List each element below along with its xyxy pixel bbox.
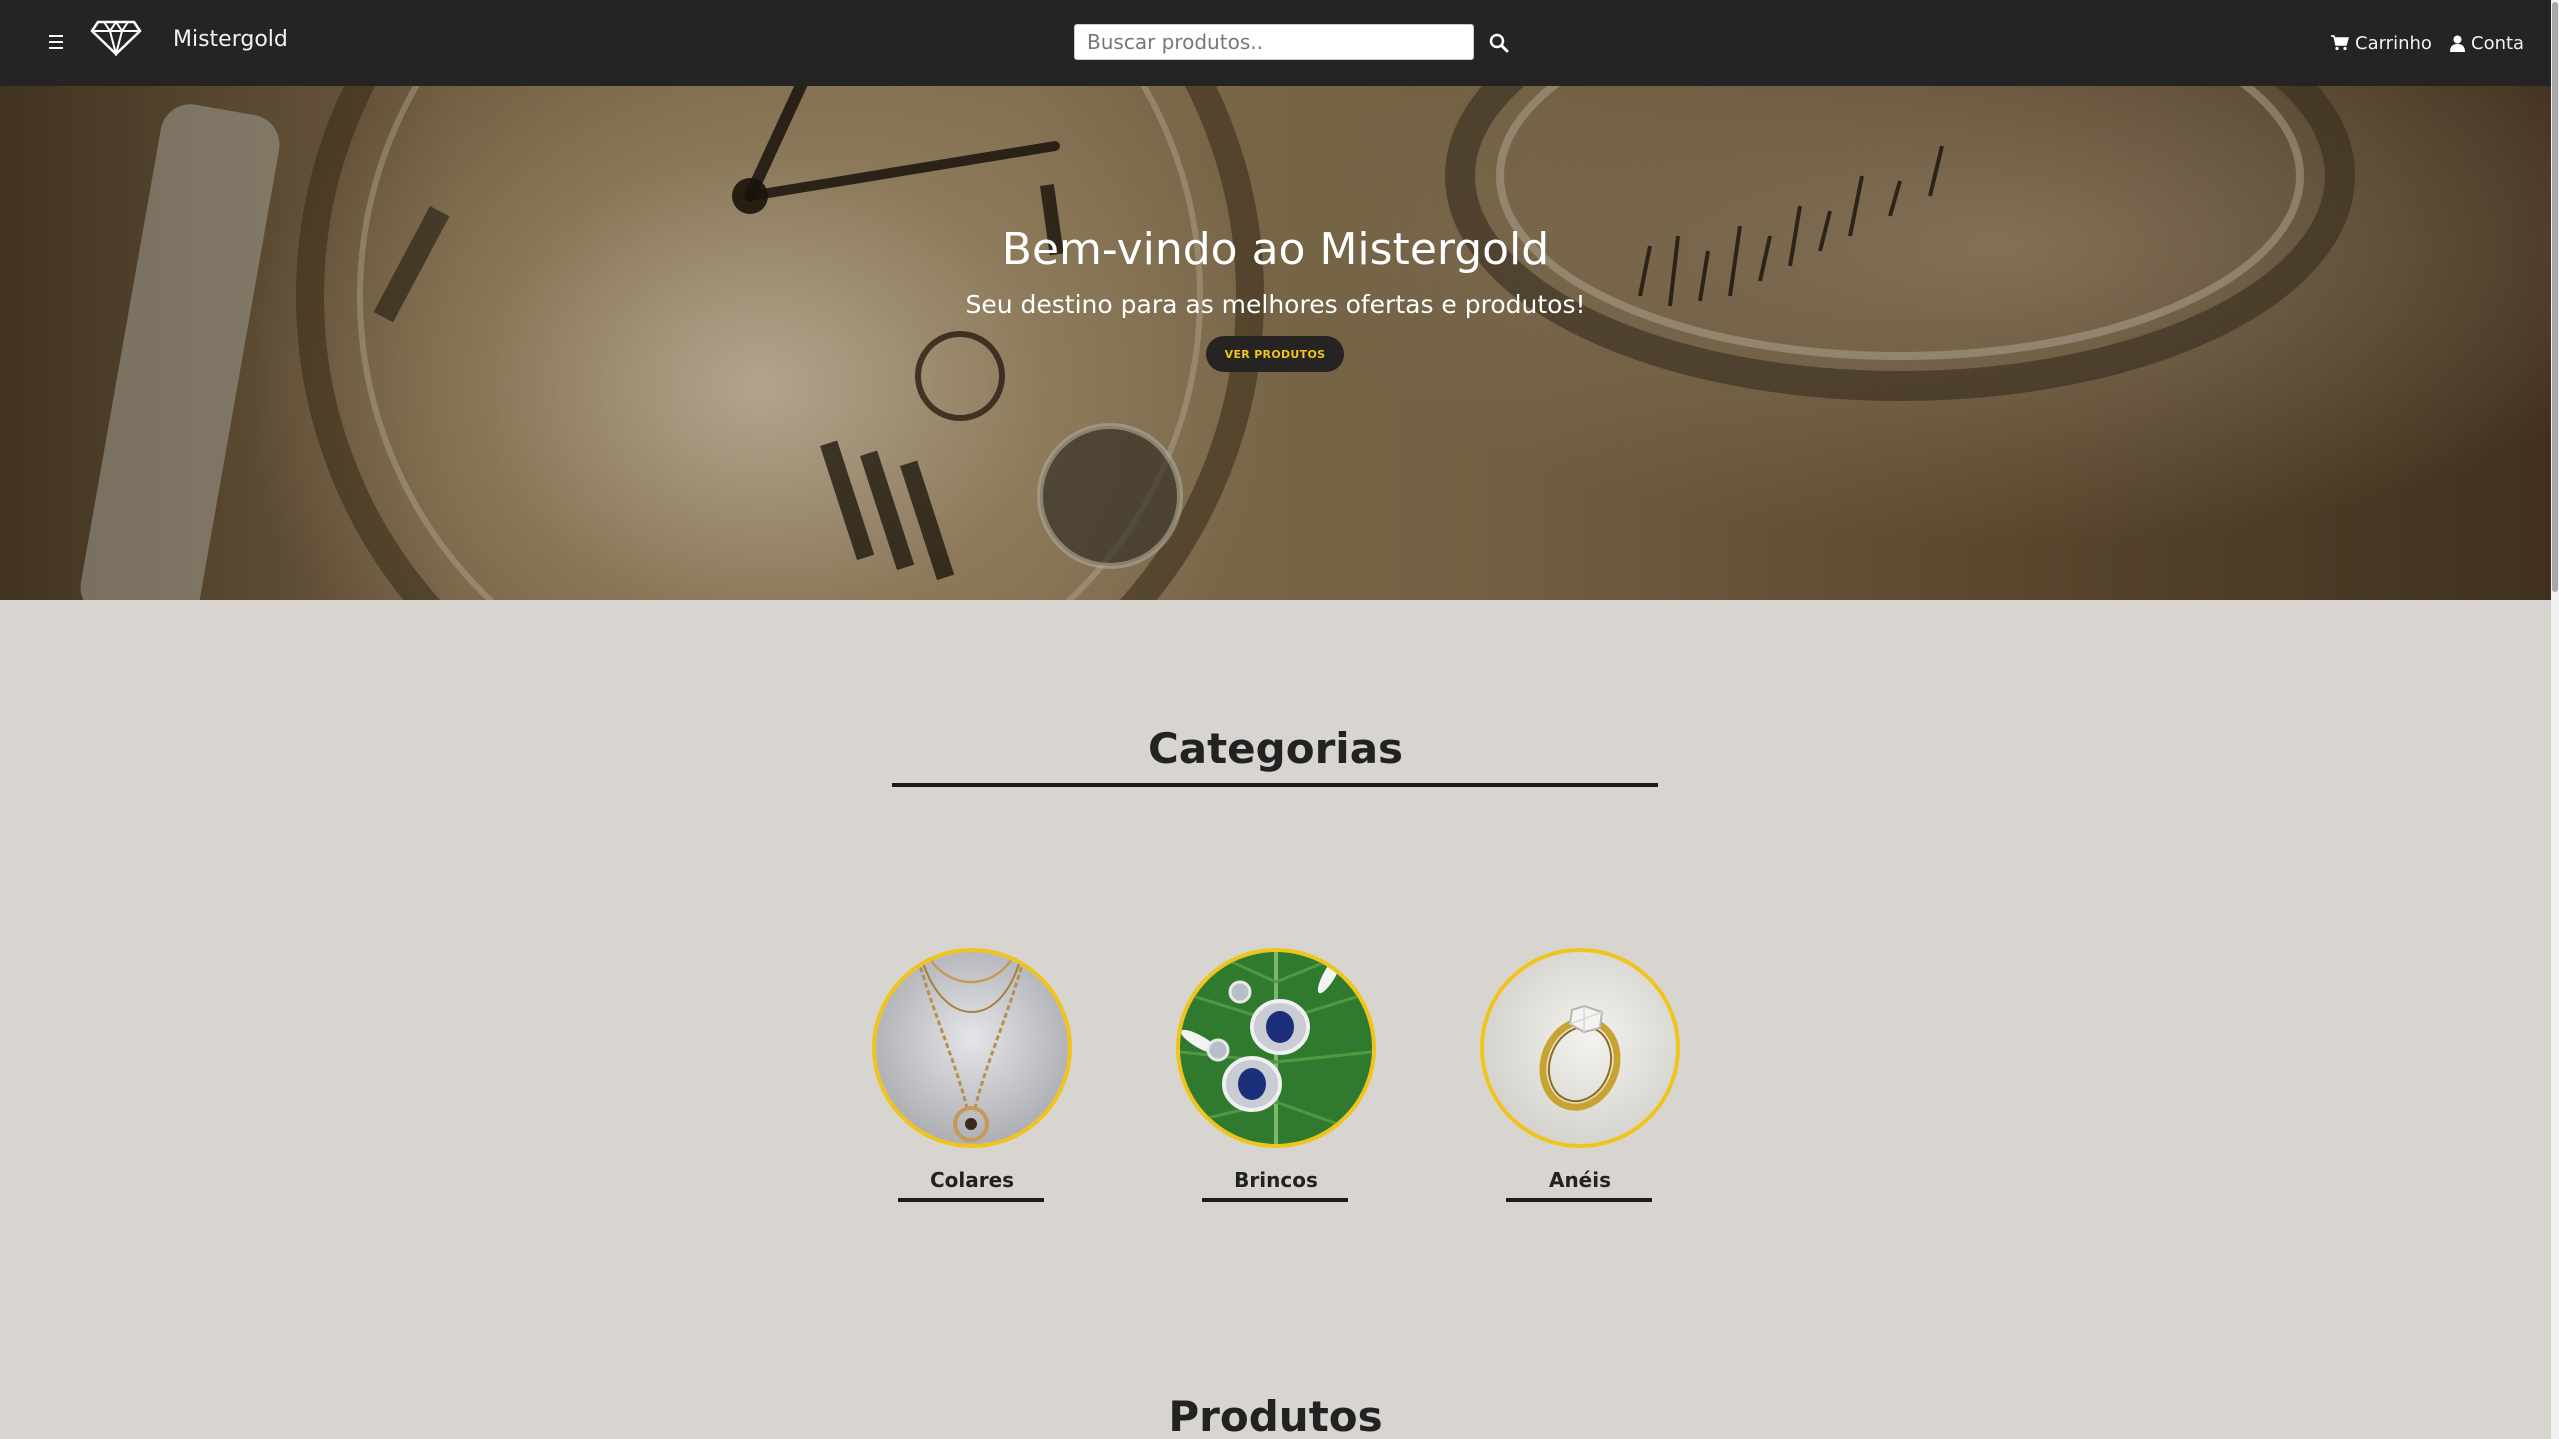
category-underline bbox=[898, 1198, 1044, 1202]
hero-banner: Bem-vindo ao Mistergold Seu destino para… bbox=[0, 86, 2551, 600]
diamond-logo[interactable] bbox=[90, 18, 142, 56]
category-brincos[interactable]: Brincos bbox=[1176, 948, 1376, 1208]
category-image-brincos[interactable] bbox=[1176, 948, 1376, 1148]
brand-name[interactable]: Mistergold bbox=[173, 27, 288, 52]
view-products-button[interactable]: VER PRODUTOS bbox=[1206, 336, 1344, 372]
search-input[interactable] bbox=[1074, 24, 1474, 60]
category-image-aneis[interactable] bbox=[1480, 948, 1680, 1148]
category-underline bbox=[1202, 1198, 1348, 1202]
page-scrollbar[interactable] bbox=[2551, 0, 2559, 1439]
scrollbar-thumb[interactable] bbox=[2552, 2, 2558, 592]
categories-underline bbox=[892, 783, 1658, 787]
necklace-icon bbox=[876, 952, 1068, 1144]
cart-label: Carrinho bbox=[2355, 32, 2432, 54]
ring-icon bbox=[1484, 952, 1676, 1144]
earrings-icon bbox=[1180, 952, 1372, 1144]
hero-title: Bem-vindo ao Mistergold bbox=[1001, 224, 1550, 275]
category-colares[interactable]: Colares bbox=[872, 948, 1072, 1208]
products-title: Produtos bbox=[1168, 1392, 1383, 1439]
category-aneis[interactable]: Anéis bbox=[1480, 948, 1680, 1208]
category-underline bbox=[1506, 1198, 1652, 1202]
user-icon bbox=[2450, 35, 2465, 52]
category-image-colares[interactable] bbox=[872, 948, 1072, 1148]
cart-icon bbox=[2331, 35, 2349, 51]
categories-title: Categorias bbox=[1147, 724, 1404, 773]
cart-link[interactable]: Carrinho bbox=[2331, 30, 2432, 56]
category-label: Brincos bbox=[1234, 1168, 1318, 1192]
category-label: Colares bbox=[929, 1168, 1015, 1192]
search-icon[interactable] bbox=[1488, 32, 1510, 54]
account-link[interactable]: Conta bbox=[2450, 30, 2524, 56]
category-label: Anéis bbox=[1548, 1168, 1612, 1192]
navbar: Mistergold Carrinho Conta bbox=[0, 0, 2551, 86]
menu-icon[interactable] bbox=[44, 30, 68, 54]
page: Mistergold Carrinho Conta bbox=[0, 0, 2559, 1439]
hero-subtitle: Seu destino para as melhores ofertas e p… bbox=[965, 290, 1586, 319]
account-label: Conta bbox=[2471, 32, 2525, 54]
